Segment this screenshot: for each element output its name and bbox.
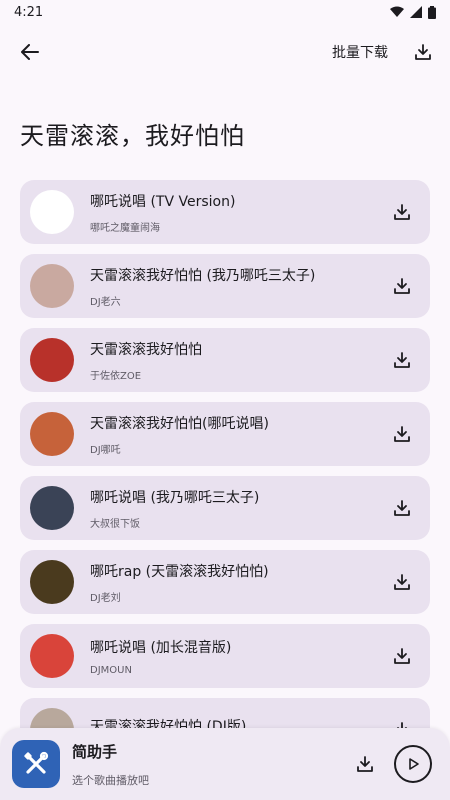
song-artist: DJ哪吒: [90, 444, 121, 456]
play-icon: [409, 758, 419, 770]
song-title: 哪吒说唱 (加长混音版): [90, 639, 232, 656]
song-item[interactable]: 哪吒说唱 (加长混音版) DJMOUN: [20, 624, 430, 688]
play-button[interactable]: [394, 745, 432, 783]
song-artist: 于佐依ZOE: [90, 370, 142, 382]
album-cover: [30, 560, 74, 604]
song-artist: 哪吒之魔童闹海: [90, 222, 160, 234]
song-download-button[interactable]: [388, 346, 416, 374]
top-app-bar: 批量下载: [0, 24, 450, 80]
wifi-icon: [390, 6, 404, 17]
page-title: 天雷滚滚，我好怕怕: [20, 122, 245, 150]
album-cover: [30, 412, 74, 456]
album-cover: [30, 190, 74, 234]
status-time: 4:21: [14, 4, 44, 20]
download-icon: [394, 352, 410, 368]
app-logo: [12, 740, 60, 788]
status-icons: [390, 5, 436, 19]
album-cover: [30, 486, 74, 530]
song-download-button[interactable]: [388, 198, 416, 226]
song-artist: DJ老刘: [90, 592, 121, 604]
song-download-button[interactable]: [388, 642, 416, 670]
download-all-button[interactable]: [410, 39, 436, 65]
signal-icon: [410, 6, 422, 18]
song-title: 天雷滚滚我好怕怕 (我乃哪吒三太子): [90, 267, 316, 284]
download-icon: [394, 278, 410, 294]
song-artist: DJ老六: [90, 296, 121, 308]
song-item[interactable]: 哪吒说唱 (TV Version) 哪吒之魔童闹海: [20, 180, 430, 244]
song-title: 哪吒说唱 (TV Version): [90, 193, 236, 210]
song-artist: DJMOUN: [90, 664, 132, 676]
song-list: 哪吒说唱 (TV Version) 哪吒之魔童闹海天雷滚滚我好怕怕 (我乃哪吒三太…: [20, 180, 430, 762]
album-cover: [30, 338, 74, 382]
download-icon: [415, 44, 431, 60]
album-cover: [30, 634, 74, 678]
download-icon: [394, 500, 410, 516]
song-item[interactable]: 天雷滚滚我好怕怕 (我乃哪吒三太子) DJ老六: [20, 254, 430, 318]
mini-player[interactable]: 简助手 选个歌曲播放吧: [0, 728, 450, 800]
album-cover: [30, 264, 74, 308]
song-download-button[interactable]: [388, 494, 416, 522]
download-icon: [394, 648, 410, 664]
arrow-left-icon: [21, 44, 39, 60]
player-download-button[interactable]: [350, 749, 380, 779]
song-item[interactable]: 哪吒说唱 (我乃哪吒三太子) 大叔很下饭: [20, 476, 430, 540]
download-icon: [357, 756, 373, 772]
download-icon: [394, 574, 410, 590]
song-download-button[interactable]: [388, 568, 416, 596]
player-subtitle: 选个歌曲播放吧: [72, 773, 149, 787]
song-item[interactable]: 哪吒rap (天雷滚滚我好怕怕) DJ老刘: [20, 550, 430, 614]
song-artist: 大叔很下饭: [90, 518, 140, 530]
song-item[interactable]: 天雷滚滚我好怕怕于佐依ZOE: [20, 328, 430, 392]
song-download-button[interactable]: [388, 420, 416, 448]
download-icon: [394, 426, 410, 442]
tools-icon: [24, 751, 49, 774]
player-title: 简助手: [72, 742, 118, 761]
song-title: 天雷滚滚我好怕怕: [90, 341, 202, 358]
song-item[interactable]: 天雷滚滚我好怕怕(哪吒说唱) DJ哪吒: [20, 402, 430, 466]
song-title: 哪吒说唱 (我乃哪吒三太子): [90, 489, 260, 506]
song-download-button[interactable]: [388, 272, 416, 300]
song-title: 哪吒rap (天雷滚滚我好怕怕): [90, 563, 269, 580]
download-icon: [394, 204, 410, 220]
battery-icon: [428, 5, 436, 19]
batch-download-button[interactable]: 批量下载: [332, 42, 388, 62]
back-button[interactable]: [16, 38, 44, 66]
song-title: 天雷滚滚我好怕怕(哪吒说唱): [90, 415, 269, 432]
status-bar: 4:21: [0, 0, 450, 24]
